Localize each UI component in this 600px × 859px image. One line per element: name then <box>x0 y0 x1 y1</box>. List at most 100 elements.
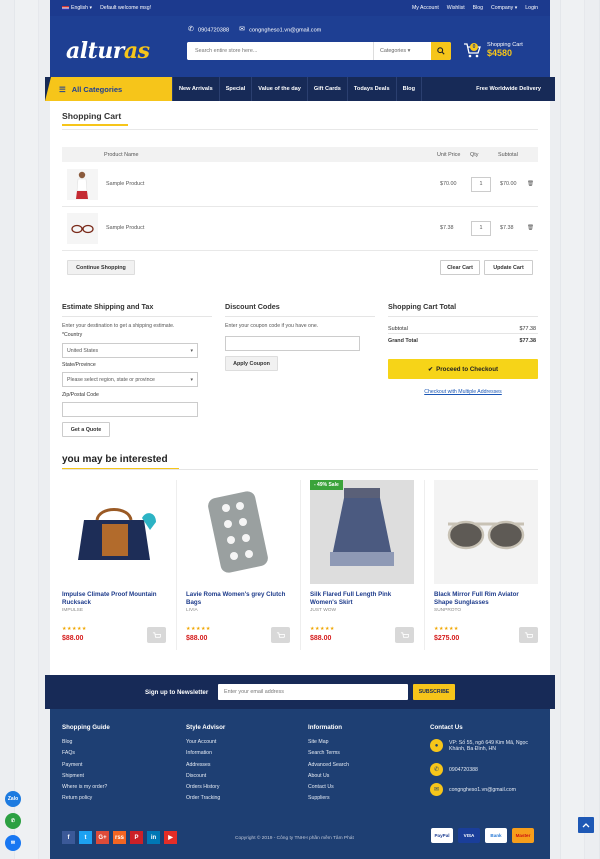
footer-link[interactable]: Addresses <box>186 760 225 771</box>
add-to-cart-button[interactable] <box>271 627 290 643</box>
link-my-account[interactable]: My Account <box>412 5 439 11</box>
product-name[interactable]: Sample Product <box>106 181 144 187</box>
qty-input[interactable]: 1 <box>471 221 491 236</box>
link-wishlist[interactable]: Wishlist <box>447 5 465 11</box>
mail-icon: ✉ <box>239 26 245 33</box>
footer-col-advisor: Style Advisor Your Account Information A… <box>186 724 225 805</box>
footer-link[interactable]: About Us <box>308 771 349 782</box>
google-plus-icon[interactable]: G+ <box>96 831 109 844</box>
footer: Shopping Guide Blog FAQs Payment Shipmen… <box>50 709 550 859</box>
mail-icon: ✉ <box>430 783 443 796</box>
phone-call-button[interactable]: ✆ <box>5 813 21 829</box>
linkedin-icon[interactable]: in <box>147 831 160 844</box>
rss-icon[interactable]: rss <box>113 831 126 844</box>
cart-icon <box>524 631 533 638</box>
divider <box>62 129 538 130</box>
product-image[interactable]: - 49% Sale <box>310 480 414 584</box>
unit-price: $7.38 <box>440 225 454 231</box>
all-categories-button[interactable]: ☰ All Categories <box>45 77 172 101</box>
apply-coupon-button[interactable]: Apply Coupon <box>225 356 278 371</box>
pinterest-icon[interactable]: P <box>130 831 143 844</box>
nav-new-arrivals[interactable]: New Arrivals <box>172 77 220 101</box>
back-to-top-button[interactable] <box>578 817 594 833</box>
footer-link[interactable]: Return policy <box>62 793 110 804</box>
nav-value-of-the-day[interactable]: Value of the day <box>252 77 308 101</box>
footer-link[interactable]: Blog <box>62 737 110 748</box>
footer-link[interactable]: Suppliers <box>308 793 349 804</box>
section-title: Discount Codes <box>225 302 375 317</box>
link-blog[interactable]: Blog <box>473 5 483 11</box>
header-cart[interactable]: 0 Shopping Cart $4580 <box>463 41 523 59</box>
footer-link[interactable]: Discount <box>186 771 225 782</box>
trash-icon[interactable]: 🗑 <box>527 225 534 231</box>
product-thumbnail[interactable] <box>67 169 98 200</box>
footer-link[interactable]: Contact Us <box>308 782 349 793</box>
nav-blog[interactable]: Blog <box>397 77 423 101</box>
state-select[interactable]: Please select region, state or province ▾ <box>62 372 198 387</box>
nav-special[interactable]: Special <box>220 77 253 101</box>
product-name[interactable]: Silk Flared Full Length Pink Women's Ski… <box>310 591 414 607</box>
search-button[interactable] <box>431 42 451 60</box>
footer-link[interactable]: Order Tracking <box>186 793 225 804</box>
youtube-icon[interactable]: ▶ <box>164 831 177 844</box>
add-to-cart-button[interactable] <box>519 627 538 643</box>
newsletter-email-input[interactable]: Enter your email address <box>218 684 408 700</box>
phone-icon: ✆ <box>430 763 443 776</box>
footer-link[interactable]: Orders History <box>186 782 225 793</box>
zip-input[interactable] <box>62 402 198 417</box>
product-name[interactable]: Lavie Roma Women's grey Clutch Bags <box>186 591 290 607</box>
update-cart-button[interactable]: Update Cart <box>484 260 533 275</box>
chevron-down-icon: ▾ <box>190 376 193 383</box>
product-brand: SUNPROTO <box>434 608 462 613</box>
footer-link[interactable]: FAQs <box>62 748 110 759</box>
product-image[interactable] <box>186 480 290 584</box>
proceed-to-checkout-button[interactable]: ✔ Proceed to Checkout <box>388 359 538 379</box>
twitter-icon[interactable]: t <box>79 831 92 844</box>
facebook-icon[interactable]: f <box>62 831 75 844</box>
footer-col-information: Information Site Map Search Terms Advanc… <box>308 724 349 805</box>
footer-link[interactable]: Payment <box>62 760 110 771</box>
product-thumbnail[interactable] <box>67 213 98 244</box>
section-title: you may be interested <box>62 454 179 470</box>
country-select[interactable]: United States ▾ <box>62 343 198 358</box>
search-input[interactable] <box>187 42 373 60</box>
zalo-chat-button[interactable]: Zalo <box>5 791 21 807</box>
product-brand: LIVIA <box>186 608 198 613</box>
state-label: State/Province <box>62 362 96 368</box>
get-quote-button[interactable]: Get a Quote <box>62 422 110 437</box>
nav-todays-deals[interactable]: Todays Deals <box>348 77 397 101</box>
footer-link[interactable]: Site Map <box>308 737 349 748</box>
cart-icon <box>400 631 409 638</box>
footer-link[interactable]: Information <box>186 748 225 759</box>
product-name[interactable]: Sample Product <box>106 225 144 231</box>
footer-link[interactable]: Shipment <box>62 771 110 782</box>
add-to-cart-button[interactable] <box>147 627 166 643</box>
language-selector[interactable]: English ▾ <box>62 5 92 11</box>
link-login[interactable]: Login <box>525 5 538 11</box>
footer-link[interactable]: Search Terms <box>308 748 349 759</box>
footer-link[interactable]: Where is my order? <box>62 782 110 793</box>
logo[interactable]: alturas <box>66 38 150 64</box>
qty-input[interactable]: 1 <box>471 177 491 192</box>
nav-gift-cards[interactable]: Gift Cards <box>308 77 348 101</box>
add-to-cart-button[interactable] <box>395 627 414 643</box>
product-image[interactable] <box>434 480 538 584</box>
product-image[interactable] <box>62 480 166 584</box>
clear-cart-button[interactable]: Clear Cart <box>440 260 480 275</box>
product-name[interactable]: Black Mirror Full Rim Aviator Shape Sung… <box>434 591 538 607</box>
messenger-button[interactable]: ✉ <box>5 835 21 851</box>
phone-icon: ✆ <box>10 818 16 824</box>
row-subtotal: $7.38 <box>500 225 514 231</box>
subscribe-button[interactable]: SUBSCRIBE <box>413 684 455 700</box>
multi-address-link[interactable]: Checkout with Multiple Addresses <box>388 389 538 395</box>
product-name[interactable]: Impulse Climate Proof Mountain Rucksack <box>62 591 166 607</box>
footer-link[interactable]: Your Account <box>186 737 225 748</box>
trash-icon[interactable]: 🗑 <box>527 181 534 187</box>
footer-link[interactable]: Advanced Search <box>308 760 349 771</box>
continue-shopping-button[interactable]: Continue Shopping <box>67 260 135 275</box>
check-icon: ✔ <box>427 365 434 373</box>
coupon-input[interactable] <box>225 336 360 351</box>
link-company[interactable]: Company ▾ <box>491 5 517 11</box>
category-select[interactable]: Categories ▾ <box>373 42 431 60</box>
visa-icon: VISA <box>458 828 480 843</box>
